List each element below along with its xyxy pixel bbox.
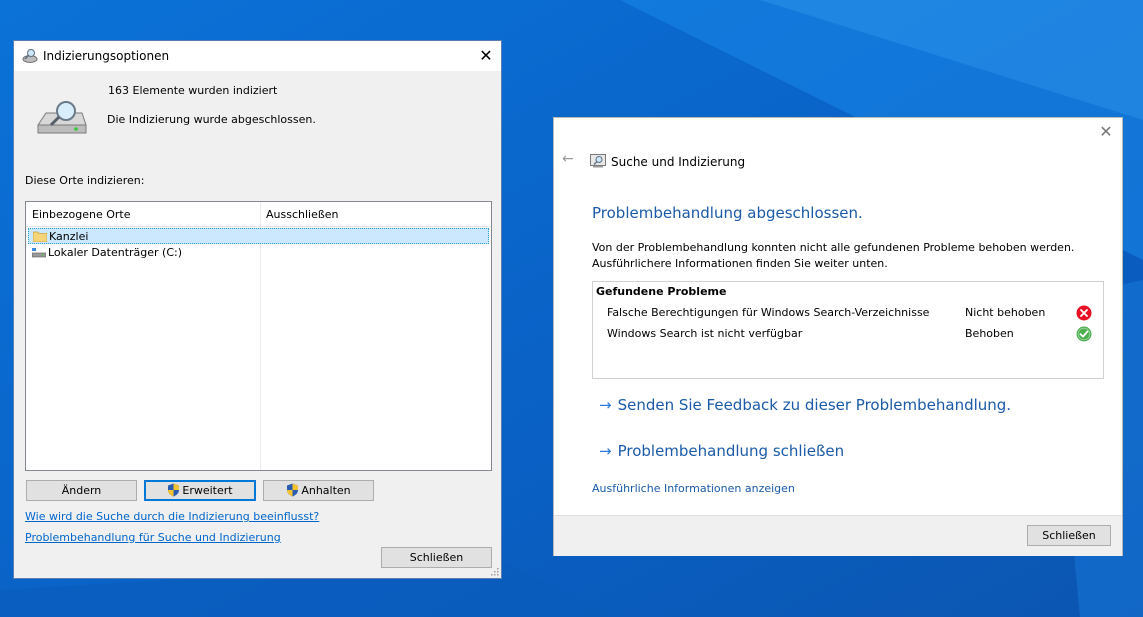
close-icon[interactable]: ✕: [471, 41, 501, 71]
arrow-right-icon: →: [599, 396, 612, 414]
indexing-options-window: Indizierungsoptionen ✕ 163 Elemente wurd…: [13, 40, 502, 579]
list-item[interactable]: Kanzlei: [28, 228, 489, 244]
problem-name: Falsche Berechtigungen für Windows Searc…: [607, 306, 930, 319]
problem-status: Nicht behoben: [965, 306, 1046, 319]
indexing-options-icon: [22, 49, 38, 63]
folder-icon: [33, 231, 47, 242]
result-hint: Ausführlichere Informationen finden Sie …: [592, 257, 888, 270]
troubleshoot-link[interactable]: Problembehandlung für Suche und Indizier…: [25, 531, 281, 544]
title-bar[interactable]: Indizierungsoptionen ✕: [14, 41, 501, 71]
advanced-button[interactable]: Erweitert: [144, 480, 256, 501]
close-icon[interactable]: ✕: [1096, 122, 1116, 142]
problem-name: Windows Search ist nicht verfügbar: [607, 327, 803, 340]
resize-grip-icon[interactable]: [491, 568, 499, 576]
location-name: Kanzlei: [49, 230, 89, 243]
window-title: Suche und Indizierung: [611, 155, 746, 169]
page-title: Problembehandlung abgeschlossen.: [592, 204, 863, 222]
success-icon: [1076, 326, 1092, 342]
close-button-label: Schließen: [409, 551, 464, 564]
locations-label: Diese Orte indizieren:: [25, 174, 145, 187]
feedback-link-label: Senden Sie Feedback zu dieser Problembeh…: [617, 396, 1012, 414]
items-indexed-count: 163 Elemente wurden indiziert: [108, 84, 278, 97]
problems-header: Gefundene Probleme: [596, 285, 727, 298]
close-troubleshooter-label: Problembehandlung schließen: [617, 442, 845, 460]
uac-shield-icon: [287, 483, 299, 497]
problems-found-box: Gefundene Probleme Falsche Berechtigunge…: [592, 281, 1104, 379]
uac-shield-icon: [168, 483, 180, 497]
close-button[interactable]: Schließen: [381, 547, 492, 568]
close-button[interactable]: Schließen: [1027, 525, 1111, 546]
result-description: Von der Problembehandlung konnten nicht …: [592, 241, 1075, 254]
details-link[interactable]: Ausführliche Informationen anzeigen: [592, 482, 795, 495]
arrow-right-icon: →: [599, 442, 612, 460]
indexed-locations-list[interactable]: Einbezogene Orte Ausschließen Kanzlei Lo…: [25, 201, 492, 471]
error-icon: [1076, 305, 1092, 321]
indexing-status: Die Indizierung wurde abgeschlossen.: [107, 113, 316, 126]
advanced-button-label: Erweitert: [182, 484, 233, 497]
list-header: Einbezogene Orte Ausschließen: [26, 202, 491, 227]
hard-drive-search-icon: [37, 101, 87, 134]
close-troubleshooter-link[interactable]: → Problembehandlung schließen: [599, 442, 844, 460]
troubleshooter-window: ✕ ← Suche und Indizierung Problembehandl…: [553, 117, 1123, 556]
troubleshooter-icon: [590, 154, 606, 168]
drive-icon: [32, 248, 46, 258]
back-arrow-icon[interactable]: ←: [562, 151, 574, 167]
pause-button-label: Anhalten: [301, 484, 351, 497]
modify-button[interactable]: Ändern: [26, 480, 137, 501]
problem-status: Behoben: [965, 327, 1014, 340]
column-header-exclude[interactable]: Ausschließen: [266, 208, 339, 221]
column-header-included[interactable]: Einbezogene Orte: [32, 208, 130, 221]
close-button-label: Schließen: [1042, 529, 1096, 542]
feedback-link[interactable]: → Senden Sie Feedback zu dieser Problembe…: [599, 396, 1011, 414]
location-name: Lokaler Datenträger (C:): [48, 246, 183, 259]
list-item[interactable]: Lokaler Datenträger (C:): [28, 245, 489, 261]
dialog-footer: Schließen: [554, 515, 1122, 556]
modify-button-label: Ändern: [61, 484, 102, 497]
pause-button[interactable]: Anhalten: [263, 480, 374, 501]
search-influence-link[interactable]: Wie wird die Suche durch die Indizierung…: [25, 510, 319, 523]
window-title: Indizierungsoptionen: [43, 49, 170, 63]
